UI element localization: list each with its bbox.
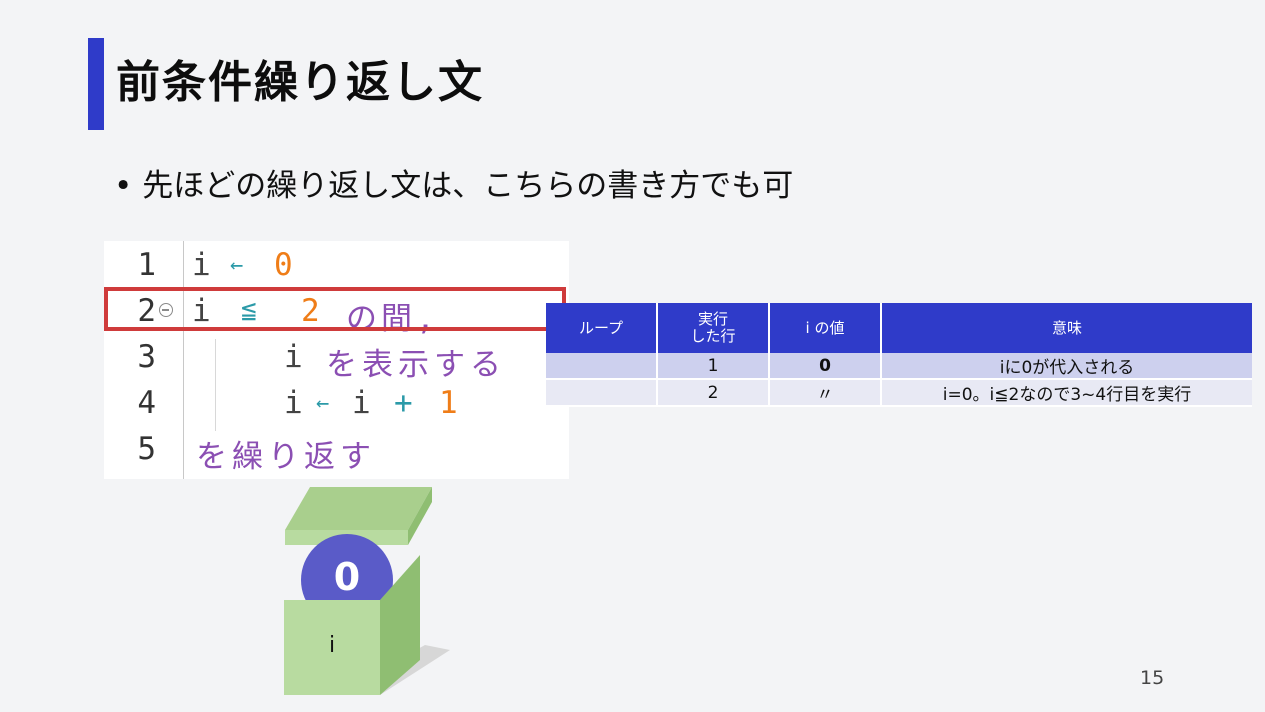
header-executed-line: 実行 した行 — [657, 303, 770, 353]
header-loop: ループ — [546, 303, 658, 353]
current-line-highlight — [104, 287, 566, 331]
variable-label: i — [328, 633, 336, 658]
line-number: 4 — [137, 385, 156, 421]
table-row: 1 0 iに0が代入される — [546, 353, 1252, 380]
cell-line: 1 — [657, 353, 770, 380]
code-token-number: 1 — [439, 385, 458, 421]
cell-loop — [546, 379, 658, 407]
code-token-var: i — [352, 385, 371, 421]
code-token-var: i — [284, 339, 303, 375]
code-line-5: 5 を繰り返す — [104, 431, 569, 477]
bullet-item: • 先ほどの繰り返し文は、こちらの書き方でも可 — [114, 160, 793, 205]
line-number: 3 — [137, 339, 156, 375]
bullet-dot: • — [114, 168, 133, 204]
variable-box-graphic — [284, 487, 450, 695]
header-meaning: 意味 — [881, 303, 1252, 353]
title-accent-bar — [88, 38, 104, 130]
code-token-var: i — [192, 247, 211, 283]
code-token-arrow: ← — [230, 253, 244, 278]
cell-meaning: i=0。i≦2なので3~4行目を実行 — [881, 379, 1252, 407]
trace-table-header: ループ 実行 した行 i の値 意味 — [546, 303, 1252, 353]
cell-value: 〃 — [769, 379, 882, 407]
cell-meaning: iに0が代入される — [881, 353, 1252, 380]
page-number: 15 — [1140, 667, 1165, 689]
code-line-4: 4 i ← i + 1 — [104, 385, 569, 431]
indent-guide — [215, 339, 216, 385]
cell-loop — [546, 353, 658, 380]
variable-box-illustration: 0 i — [280, 485, 460, 700]
header-line1: 実行 — [697, 310, 728, 328]
cell-value: 0 — [769, 353, 882, 380]
variable-value: 0 — [333, 555, 361, 599]
code-token-arrow: ← — [316, 391, 330, 416]
code-token-plus: + — [394, 385, 413, 421]
code-token-keyword: を表示する — [326, 347, 506, 383]
trace-table: ループ 実行 した行 i の値 意味 1 0 iに0が代入される 2 〃 i=0… — [546, 303, 1252, 407]
code-token-var: i — [284, 385, 303, 421]
header-i-value: i の値 — [769, 303, 882, 353]
cell-line: 2 — [657, 379, 770, 407]
table-row: 2 〃 i=0。i≦2なので3~4行目を実行 — [546, 379, 1252, 407]
code-token-number: 0 — [274, 247, 293, 283]
code-panel: 1 i ← 0 2 i ≦ 2 の間, 3 i を表示する 4 i ← i + … — [104, 241, 569, 479]
header-line2: した行 — [690, 327, 736, 345]
line-number: 1 — [137, 247, 156, 283]
line-number: 5 — [137, 431, 156, 467]
code-line-3: 3 i を表示する — [104, 339, 569, 385]
page-title: 前条件繰り返し文 — [116, 57, 484, 108]
code-token-keyword: を繰り返す — [196, 439, 376, 475]
indent-guide — [215, 385, 216, 431]
bullet-text: 先ほどの繰り返し文は、こちらの書き方でも可 — [142, 168, 794, 204]
